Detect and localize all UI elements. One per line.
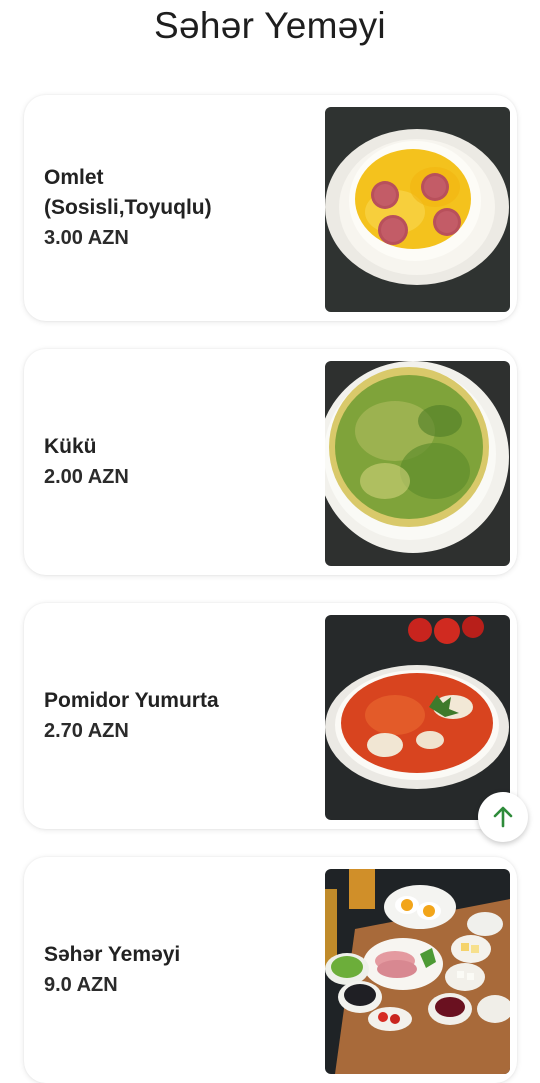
- breakfast-platter-photo: [325, 869, 510, 1074]
- arrow-up-icon: [493, 806, 513, 828]
- scroll-to-top-button[interactable]: [478, 792, 528, 842]
- menu-item-price: 2.00 AZN: [44, 466, 129, 488]
- menu-item-price: 3.00 AZN: [44, 227, 129, 249]
- omelette-photo: [325, 107, 510, 312]
- menu-item-card[interactable]: Omlet (Sosisli,Toyuqlu) 3.00 AZN: [24, 95, 517, 321]
- menu-item-card[interactable]: Kükü 2.00 AZN: [24, 349, 517, 575]
- menu-item-info: Səhər Yeməyi 9.0 AZN: [44, 857, 314, 1083]
- menu-item-card[interactable]: Səhər Yeməyi 9.0 AZN: [24, 857, 517, 1083]
- page-title: Səhər Yeməyi: [154, 5, 386, 46]
- menu-item-name: Kükü: [44, 435, 97, 458]
- menu-item-info: Pomidor Yumurta 2.70 AZN: [44, 603, 314, 829]
- menu-item-name: Pomidor Yumurta: [44, 689, 219, 712]
- tomato-egg-photo: [325, 615, 510, 820]
- menu-item-card[interactable]: Pomidor Yumurta 2.70 AZN: [24, 603, 517, 829]
- menu-item-price: 9.0 AZN: [44, 974, 118, 996]
- kuku-photo: [325, 361, 510, 566]
- menu-item-info: Kükü 2.00 AZN: [44, 349, 314, 575]
- menu-item-name: Səhər Yeməyi: [44, 943, 181, 966]
- menu-item-name: Omlet (Sosisli,Toyuqlu): [44, 166, 212, 219]
- menu-item-info: Omlet (Sosisli,Toyuqlu) 3.00 AZN: [44, 95, 314, 321]
- menu-item-price: 2.70 AZN: [44, 720, 129, 742]
